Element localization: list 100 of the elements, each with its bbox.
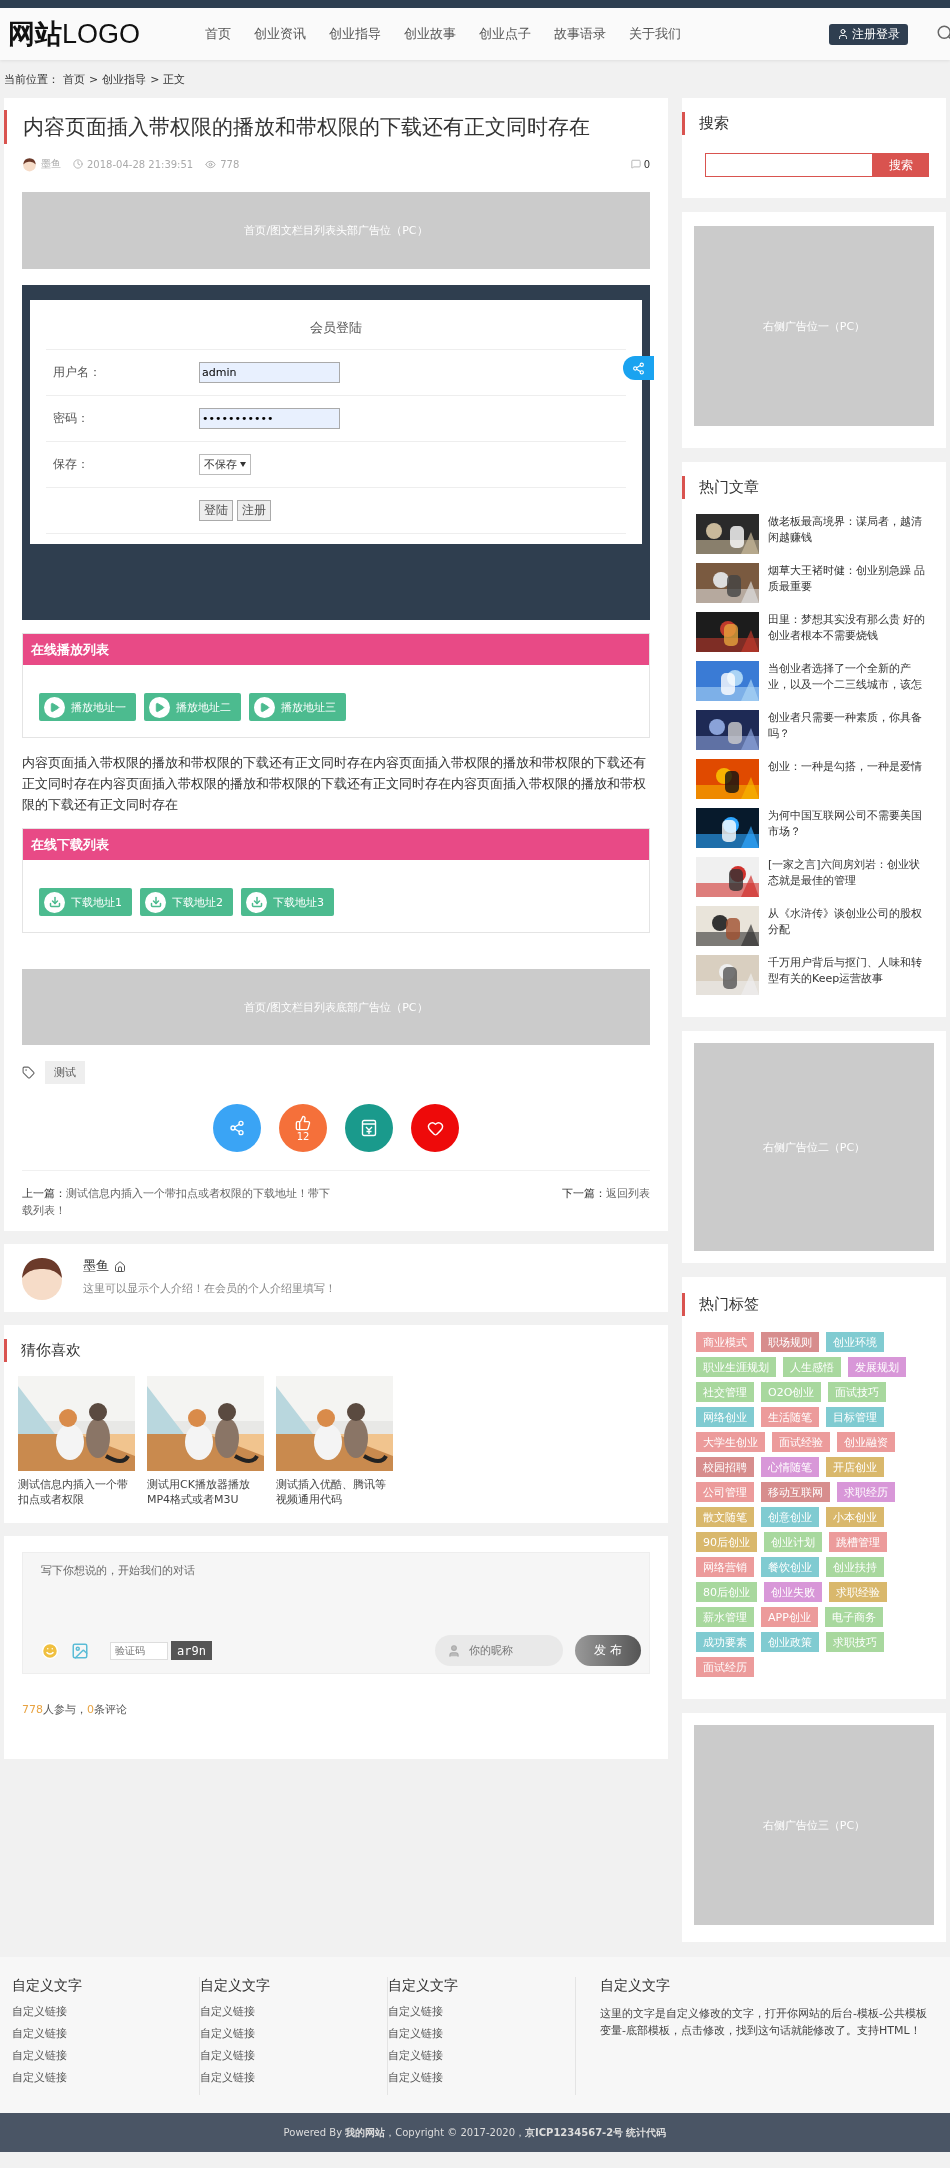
- footer-link[interactable]: 自定义链接: [388, 2071, 575, 2085]
- nav-link[interactable]: 首页: [205, 25, 231, 43]
- username-field[interactable]: admin: [199, 362, 340, 383]
- next-link[interactable]: 下一篇：返回列表: [562, 1185, 650, 1219]
- recommend-link[interactable]: 测试用CK播放器播放MP4格式或者M3U: [147, 1477, 264, 1507]
- like-button[interactable]: 12: [279, 1104, 327, 1152]
- share-button[interactable]: [213, 1104, 261, 1152]
- download-button[interactable]: 下载地址1: [39, 888, 132, 916]
- tag-link[interactable]: 发展规划: [848, 1357, 906, 1377]
- nav-link[interactable]: 创业指导: [329, 25, 381, 43]
- article-tag[interactable]: 测试: [45, 1061, 85, 1084]
- form-button[interactable]: 注册: [237, 500, 271, 521]
- recommend-link[interactable]: 测试信息内插入一个带扣点或者权限: [18, 1477, 135, 1507]
- home-icon[interactable]: [114, 1260, 126, 1273]
- tag-link[interactable]: 跳槽管理: [829, 1532, 887, 1552]
- nickname-field[interactable]: 你的昵称: [435, 1635, 563, 1666]
- tag-link[interactable]: APP创业: [761, 1607, 818, 1627]
- article-link[interactable]: [一家之言]六间房刘岩：创业状态就是最佳的管理: [768, 857, 928, 889]
- breadcrumb-label: 当前位置：: [4, 71, 59, 87]
- footer-link[interactable]: 自定义链接: [388, 2027, 575, 2041]
- tag-link[interactable]: 心情随笔: [761, 1457, 819, 1477]
- footer-link[interactable]: 自定义链接: [200, 2005, 387, 2019]
- search-icon[interactable]: [936, 24, 950, 42]
- comment-field[interactable]: 写下你想说的，开始我们的对话: [22, 1552, 650, 1635]
- footer-link[interactable]: 自定义链接: [12, 2071, 199, 2085]
- captcha-field[interactable]: 验证码: [110, 1641, 168, 1660]
- comment-count: 0: [643, 158, 650, 170]
- form-button[interactable]: 登陆: [199, 500, 233, 521]
- section-title: 热门标签: [682, 1293, 932, 1316]
- login-button[interactable]: 注册登录: [829, 23, 908, 45]
- tag-link[interactable]: 面试经历: [696, 1657, 754, 1677]
- reward-button[interactable]: [345, 1104, 393, 1152]
- tag-link[interactable]: 创业融资: [837, 1432, 895, 1452]
- recommend-link[interactable]: 测试插入优酷、腾讯等视频通用代码: [276, 1477, 393, 1507]
- article-link[interactable]: 田里：梦想其实没有那么贵 好的创业者根本不需要烧钱: [768, 612, 928, 644]
- tag-link[interactable]: 公司管理: [696, 1482, 754, 1502]
- nav-link[interactable]: 故事语录: [554, 25, 606, 43]
- tag-link[interactable]: 移动互联网: [761, 1482, 830, 1502]
- article-link[interactable]: 烟草大王褚时健：创业别急躁 品质最重要: [768, 563, 928, 595]
- article-link[interactable]: 当创业者选择了一个全新的产业，以及一个二三线城市，该怎: [768, 661, 928, 693]
- comment-icon: [630, 159, 641, 169]
- nav-link[interactable]: 创业点子: [479, 25, 531, 43]
- article-link[interactable]: 做老板最高境界：谋局者，越清闲越赚钱: [768, 514, 928, 546]
- nav-link[interactable]: 关于我们: [629, 25, 681, 43]
- tag-link[interactable]: 校园招聘: [696, 1457, 754, 1477]
- play-button[interactable]: 播放地址三: [249, 693, 346, 721]
- footer-title: 自定义文字: [12, 1977, 83, 1995]
- prev-link[interactable]: 上一篇：测试信息内插入一个带扣点或者权限的下载地址！带下载列表！: [22, 1185, 332, 1219]
- article-link[interactable]: 从《水浒传》谈创业公司的股权分配: [768, 906, 928, 938]
- footer-link[interactable]: 自定义链接: [12, 2027, 199, 2041]
- site-logo[interactable]: 网站LOGO: [8, 16, 205, 52]
- tag-link[interactable]: 网络营销: [696, 1557, 754, 1577]
- play-icon: [149, 696, 170, 718]
- article-link[interactable]: 千万用户背后与抠门、人味和转型有关的Keep运营故事: [768, 955, 928, 987]
- article-link[interactable]: 创业：一种是勾搭，一种是爱情: [768, 759, 928, 775]
- image-icon[interactable]: [71, 1641, 89, 1660]
- nav-link[interactable]: 创业故事: [404, 25, 456, 43]
- breadcrumb-link[interactable]: 正文: [163, 71, 186, 87]
- tag-link[interactable]: 求职经历: [837, 1482, 895, 1502]
- tag-link[interactable]: 面试经验: [772, 1432, 830, 1452]
- submit-button[interactable]: 发 布: [575, 1635, 641, 1666]
- play-button[interactable]: 播放地址二: [144, 693, 241, 721]
- search-field[interactable]: [705, 153, 873, 177]
- tag-link[interactable]: 大学生创业: [696, 1432, 765, 1452]
- footer-link[interactable]: 自定义链接: [12, 2005, 199, 2019]
- footer-title: 自定义文字: [200, 1977, 271, 1995]
- share-icon: [229, 1120, 245, 1136]
- footer-link[interactable]: 自定义链接: [200, 2049, 387, 2063]
- download-button[interactable]: 下载地址2: [140, 888, 233, 916]
- share-float-button[interactable]: [623, 356, 654, 380]
- tag-link[interactable]: 职场规则: [761, 1332, 819, 1352]
- author-name: 墨鱼: [41, 157, 61, 171]
- footer-link[interactable]: 自定义链接: [200, 2071, 387, 2085]
- footer-link[interactable]: 自定义链接: [200, 2027, 387, 2041]
- share-icon: [632, 361, 645, 375]
- play-icon: [254, 696, 275, 718]
- play-button[interactable]: 播放地址一: [39, 693, 136, 721]
- list-heading: 在线下载列表: [23, 829, 649, 860]
- footer-link[interactable]: 自定义链接: [12, 2049, 199, 2063]
- search-button[interactable]: 搜索: [873, 153, 929, 177]
- breadcrumb-link[interactable]: 首页: [63, 71, 85, 87]
- favorite-button[interactable]: [411, 1104, 459, 1152]
- breadcrumb-link[interactable]: 创业指导: [102, 71, 147, 87]
- play-icon: [44, 696, 65, 718]
- heart-icon: [426, 1119, 444, 1137]
- section-title: 热门文章: [682, 476, 932, 499]
- footer-link[interactable]: 自定义链接: [388, 2049, 575, 2063]
- nav-link[interactable]: 创业资讯: [254, 25, 306, 43]
- footer-link[interactable]: 自定义链接: [388, 2005, 575, 2019]
- download-button[interactable]: 下载地址3: [241, 888, 334, 916]
- article-link[interactable]: 为何中国互联网公司不需要美国市场？: [768, 808, 928, 840]
- save-select[interactable]: 不保存: [199, 454, 251, 475]
- user-icon: [837, 28, 849, 40]
- field-label: 用户名：: [52, 364, 102, 381]
- tag-link[interactable]: 创业失败: [764, 1582, 822, 1602]
- password-field[interactable]: •••••••••••: [199, 408, 340, 429]
- nickname-input[interactable]: 你的昵称: [467, 1643, 552, 1658]
- tag-link[interactable]: 商业模式: [696, 1332, 754, 1352]
- article-link[interactable]: 创业者只需要一种素质，你具备吗？: [768, 710, 928, 742]
- tag-link[interactable]: 生活随笔: [761, 1407, 819, 1427]
